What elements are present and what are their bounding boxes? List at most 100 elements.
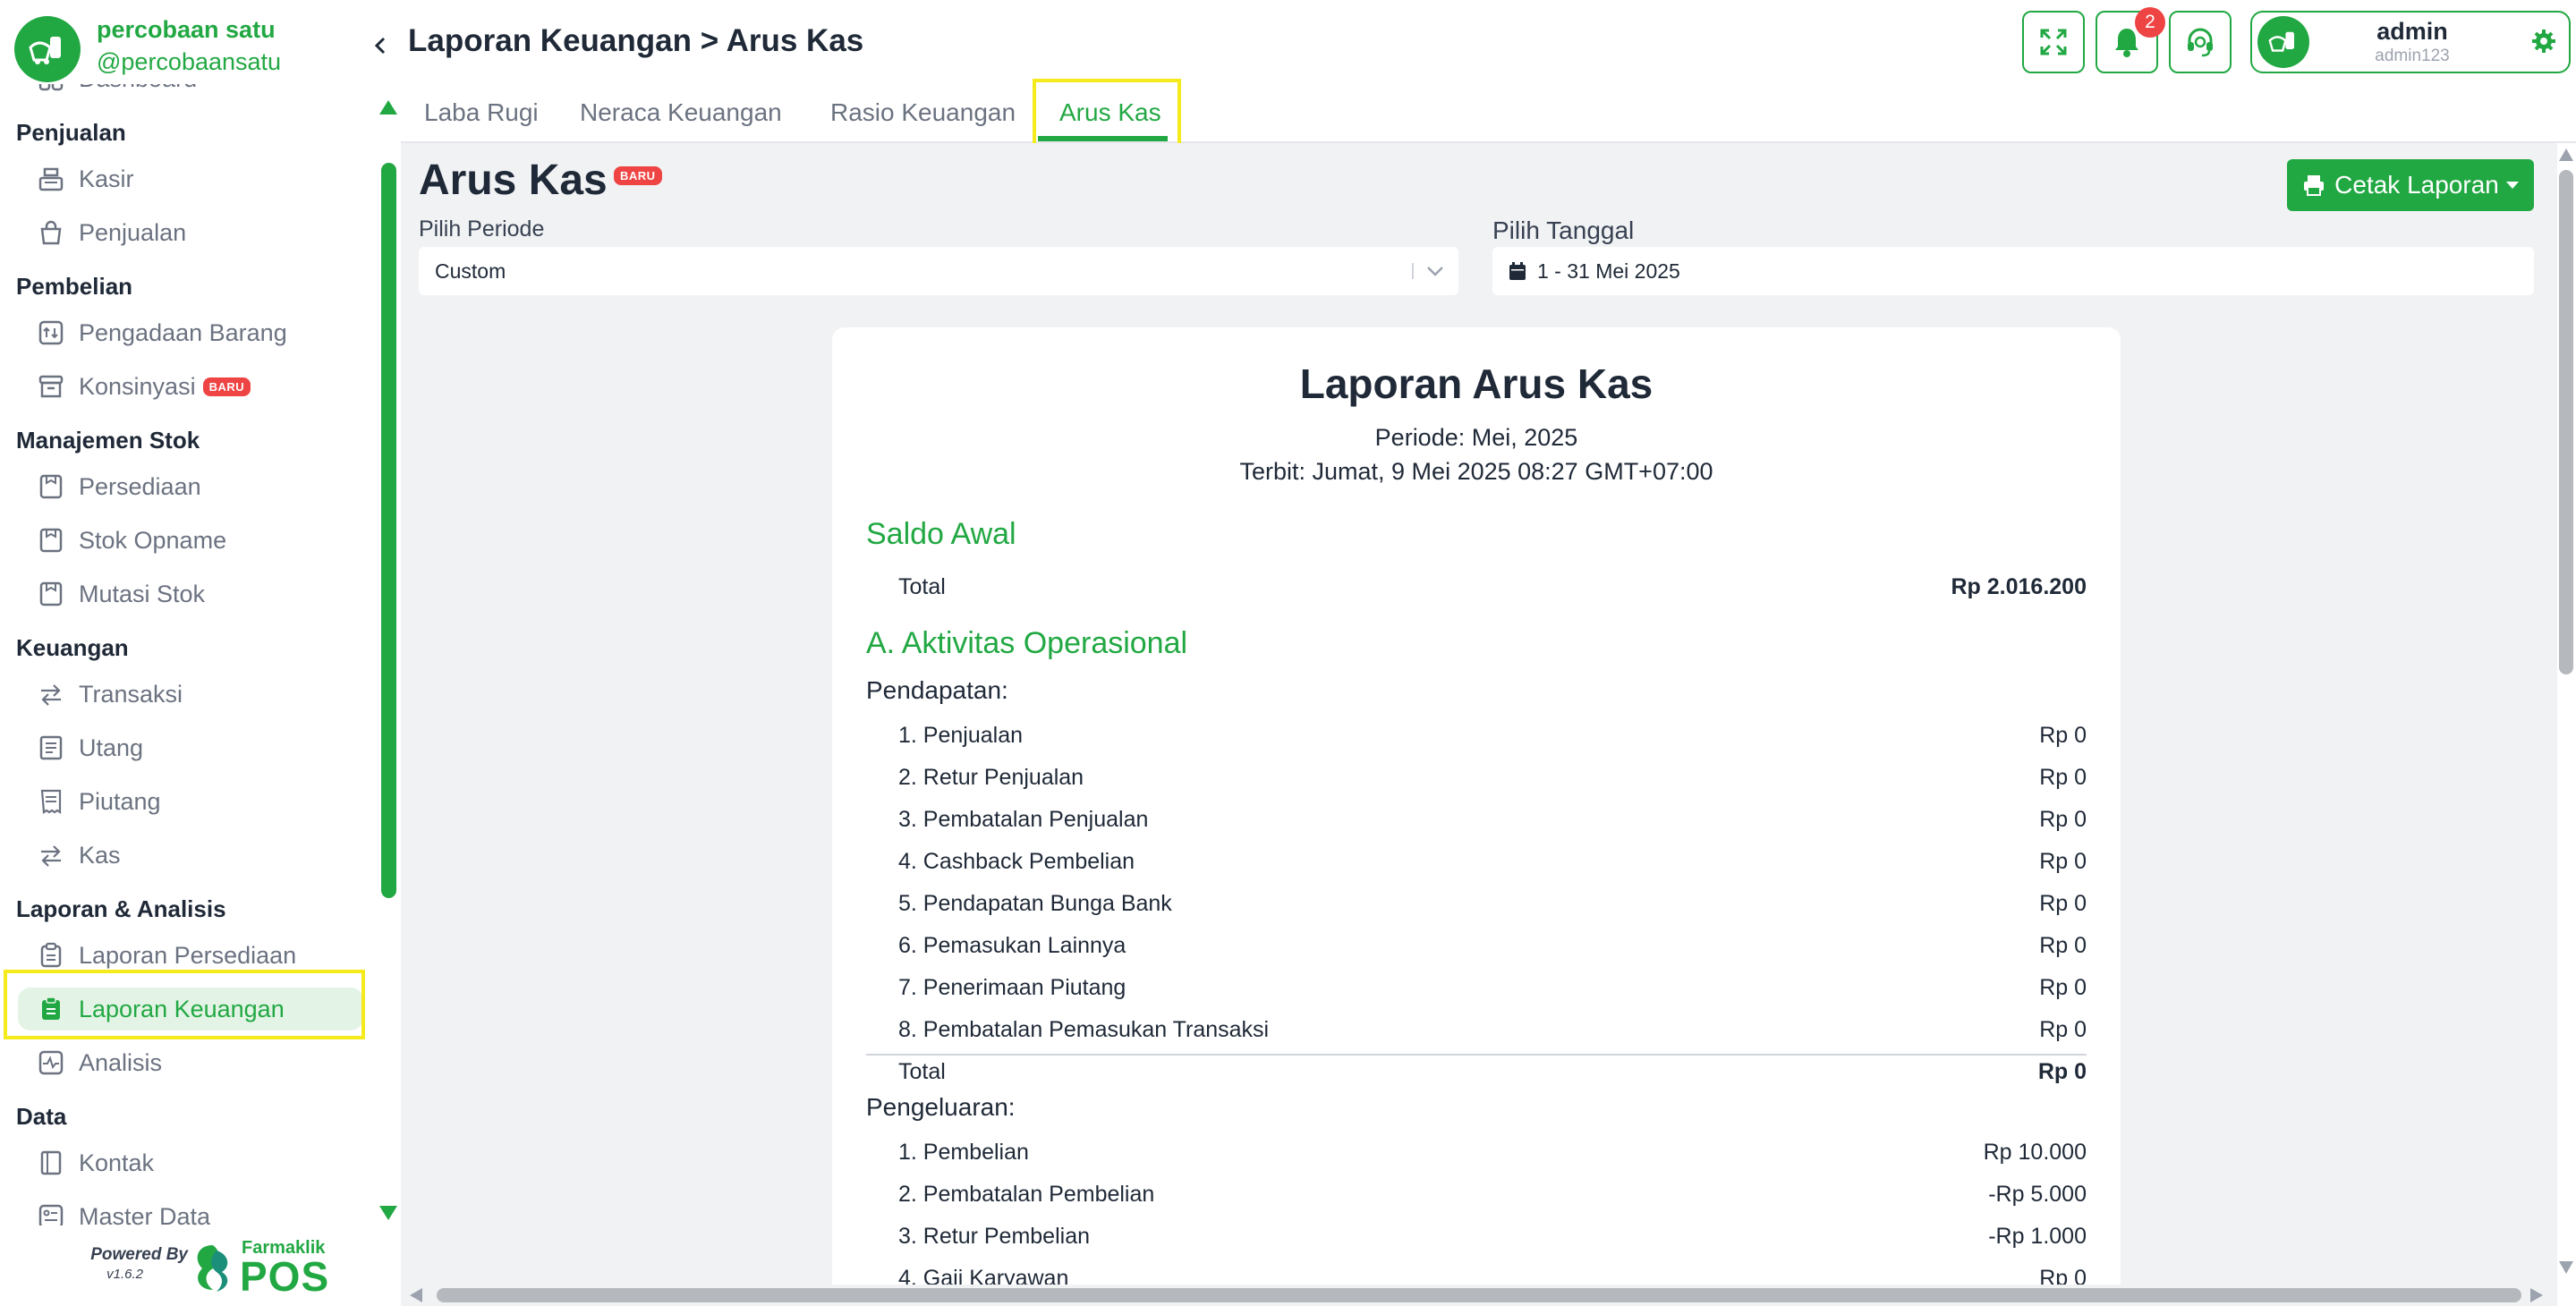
cash-register-icon [36,164,66,194]
sidebar-item-pengadaan-barang[interactable]: Pengadaan Barang [0,306,376,360]
row-label: 2. Pembatalan Pembelian [898,1182,1155,1207]
sidebar-item-label: Laporan Keuangan [79,995,285,1022]
sidebar-item-master-data[interactable]: Master Data [0,1190,376,1225]
report-title: Laporan Arus Kas [1299,360,1654,407]
tab-neraca-keuangan[interactable]: Neraca Keuangan [580,98,782,127]
sidebar-item-stok-opname[interactable]: Stok Opname [0,513,376,567]
farmaklik-logo-icon [197,1245,228,1292]
period-select-value: Custom [435,259,506,283]
sidebar-item-label: Persediaan [79,472,201,500]
chevron-left-icon [374,37,386,55]
row-label: 1. Penjualan [898,723,1024,748]
sidebar-item-persediaan[interactable]: Persediaan [0,460,376,513]
sidebar-item-label: Laporan Persediaan [79,941,297,969]
brand-block[interactable]: percobaan satu @percobaansatu [14,14,372,86]
sidebar-scroll-down-button[interactable] [379,1206,397,1220]
pendapatan-total-row: Total Rp 0 [898,1059,2087,1090]
content-scroll-up-button[interactable] [2559,148,2573,161]
sidebar-item-kasir[interactable]: Kasir [0,152,376,206]
headset-icon [2188,28,2213,57]
support-button[interactable] [2169,11,2232,73]
user-menu[interactable]: admin admin123 [2250,11,2571,73]
version-text: v1.6.2 [106,1267,143,1282]
content-scroll-down-button[interactable] [2559,1261,2573,1274]
clipboard-filled-icon [36,994,66,1024]
row-value: Rp 0 [2039,723,2087,748]
clipboard-icon [36,940,66,971]
row-value: Rp 0 [2039,1017,2087,1042]
sidebar: percobaan satu @percobaansatu Dashboard … [0,0,401,1306]
table-row: 6. Pemasukan Lainnya Rp 0 [898,933,2087,963]
notification-button[interactable]: 2 [2096,7,2165,73]
print-report-label: Cetak Laporan [2334,171,2499,199]
horizontal-scrollbar-thumb[interactable] [437,1288,2521,1302]
row-label: 6. Pemasukan Lainnya [898,933,1126,958]
period-label: Pilih Periode [419,216,545,242]
sidebar-item-label: Mutasi Stok [79,580,206,607]
row-value: Rp 0 [2039,849,2087,874]
sidebar-item-label: Analisis [79,1048,163,1076]
master-data-icon [36,1201,66,1225]
sidebar-item-transaksi[interactable]: Transaksi [0,667,376,721]
inventory-icon [36,471,66,502]
sidebar-item-penjualan[interactable]: Penjualan [0,206,376,259]
sidebar-item-label: Stok Opname [79,526,227,554]
sidebar-item-label: Kasir [79,165,134,192]
scroll-right-button[interactable] [2530,1288,2543,1302]
row-value: Rp 0 [2037,1059,2087,1084]
procurement-icon [36,318,66,348]
table-row: 4. Cashback Pembelian Rp 0 [898,849,2087,879]
select-divider [1412,263,1414,279]
saldo-awal-total-row: Total Rp 2.016.200 [898,574,2087,605]
collapse-sidebar-button[interactable] [369,30,392,61]
row-label: 1. Pembelian [898,1140,1029,1165]
contact-book-icon [36,1148,66,1178]
scroll-left-button[interactable] [410,1288,422,1302]
sidebar-item-label: Konsinyasi [79,372,196,400]
date-range-input[interactable]: 1 - 31 Mei 2025 [1492,247,2534,295]
pendapatan-heading: Pendapatan: [866,676,1008,704]
avatar [2257,16,2309,68]
table-row: 3. Pembatalan Penjualan Rp 0 [898,807,2087,837]
table-row: 1. Penjualan Rp 0 [898,723,2087,753]
sidebar-section-keuangan: Keuangan [16,634,129,661]
period-select[interactable]: Custom [419,247,1458,295]
sidebar-item-mutasi-stok[interactable]: Mutasi Stok [0,567,376,621]
content-vertical-scrollbar[interactable] [2559,170,2573,674]
row-label: 3. Pembatalan Penjualan [898,807,1149,832]
row-value: Rp 0 [2039,933,2087,958]
date-range-value: 1 - 31 Mei 2025 [1537,259,1680,283]
farmaklik-logo: Farmaklik POS [190,1238,328,1300]
tab-rasio-keuangan[interactable]: Rasio Keuangan [830,98,1016,127]
tab-laba-rugi[interactable]: Laba Rugi [424,98,539,127]
sidebar-item-kas[interactable]: Kas [0,828,376,882]
new-badge: BARU [614,166,662,185]
row-label: 4. Gaji Karyawan [898,1266,1069,1285]
table-row: 7. Penerimaan Piutang Rp 0 [898,975,2087,1005]
sidebar-scrollbar-thumb[interactable] [381,163,396,898]
sidebar-item-analisis[interactable]: Analisis [0,1036,376,1090]
sidebar-item-dashboard[interactable]: Dashboard [0,84,376,106]
row-value: Rp 0 [2039,891,2087,916]
gear-icon[interactable] [2531,29,2556,58]
sidebar-item-piutang[interactable]: Piutang [0,775,376,828]
user-name: admin [2376,18,2448,45]
print-report-button[interactable]: Cetak Laporan [2287,159,2534,211]
sidebar-item-kontak[interactable]: Kontak [0,1136,376,1190]
content-horizontal-scrollbar[interactable] [401,1285,2557,1306]
sidebar-item-utang[interactable]: Utang [0,721,376,775]
breadcrumb: Laporan Keuangan > Arus Kas [408,23,864,58]
sidebar-item-label: Utang [79,734,144,761]
fullscreen-button[interactable] [2022,11,2085,73]
sidebar-scroll-up-button[interactable] [379,100,397,114]
sidebar-item-label: Kas [79,841,121,869]
sidebar-item-label: Pengadaan Barang [79,318,287,346]
sidebar-item-konsinyasi[interactable]: Konsinyasi BARU [0,360,376,413]
row-label: Total [898,1059,946,1084]
table-row: 2. Retur Penjualan Rp 0 [898,765,2087,795]
sidebar-item-label: Master Data [79,1202,211,1226]
new-badge: BARU [202,377,251,396]
sidebar-item-label: Piutang [79,787,161,815]
table-row: 4. Gaji Karyawan Rp 0 [898,1266,2087,1285]
sidebar-nav: Dashboard Penjualan Kasir Penjualan Pemb… [0,84,376,1225]
